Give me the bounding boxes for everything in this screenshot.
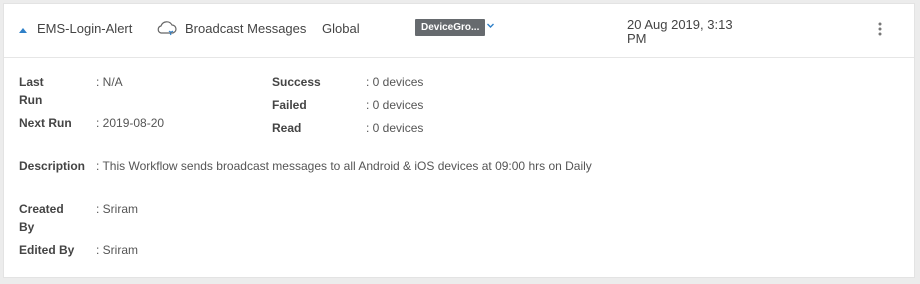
created-by-label-line-2: By bbox=[19, 220, 35, 234]
date-line-2: PM bbox=[627, 31, 647, 46]
device-group-badge[interactable]: DeviceGro... bbox=[415, 19, 486, 36]
description-label: Description bbox=[19, 159, 86, 173]
failed-label: Failed bbox=[272, 98, 307, 112]
last-run-label: Last Run bbox=[19, 73, 44, 109]
read-label: Read bbox=[272, 121, 302, 135]
cloud-icon bbox=[157, 21, 177, 36]
created-by-label: Created By bbox=[19, 200, 64, 236]
created-by-label-line-1: Created bbox=[19, 202, 64, 216]
description-value: : This Workflow sends broadcast messages… bbox=[96, 159, 592, 173]
workflow-card: EMS-Login-Alert Broadcast Messages Globa… bbox=[3, 3, 915, 278]
workflow-name[interactable]: EMS-Login-Alert bbox=[37, 21, 132, 36]
edited-by-label: Edited By bbox=[19, 243, 75, 257]
failed-value: : 0 devices bbox=[366, 98, 424, 112]
read-value: : 0 devices bbox=[366, 121, 424, 135]
edited-by-value: : Sriram bbox=[96, 243, 138, 257]
workflow-scope: Global bbox=[322, 21, 360, 36]
last-run-value: : N/A bbox=[96, 75, 123, 89]
next-run-value: : 2019-08-20 bbox=[96, 116, 165, 130]
last-run-label-line-2: Run bbox=[19, 93, 43, 107]
date-line-1: 20 Aug 2019, 3:13 bbox=[627, 17, 733, 32]
workflow-type: Broadcast Messages bbox=[185, 21, 307, 36]
created-by-value: : Sriram bbox=[96, 202, 138, 216]
last-run-label-line-1: Last bbox=[19, 75, 44, 89]
caret-up-icon[interactable] bbox=[19, 28, 27, 33]
workflow-date: 20 Aug 2019, 3:13 PM bbox=[627, 18, 747, 46]
chevron-down-icon[interactable] bbox=[486, 21, 495, 30]
success-label: Success bbox=[272, 75, 321, 89]
next-run-label: Next Run bbox=[19, 116, 72, 130]
kebab-menu-icon[interactable] bbox=[874, 21, 886, 37]
workflow-header[interactable]: EMS-Login-Alert Broadcast Messages Globa… bbox=[4, 4, 914, 58]
success-value: : 0 devices bbox=[366, 75, 424, 89]
